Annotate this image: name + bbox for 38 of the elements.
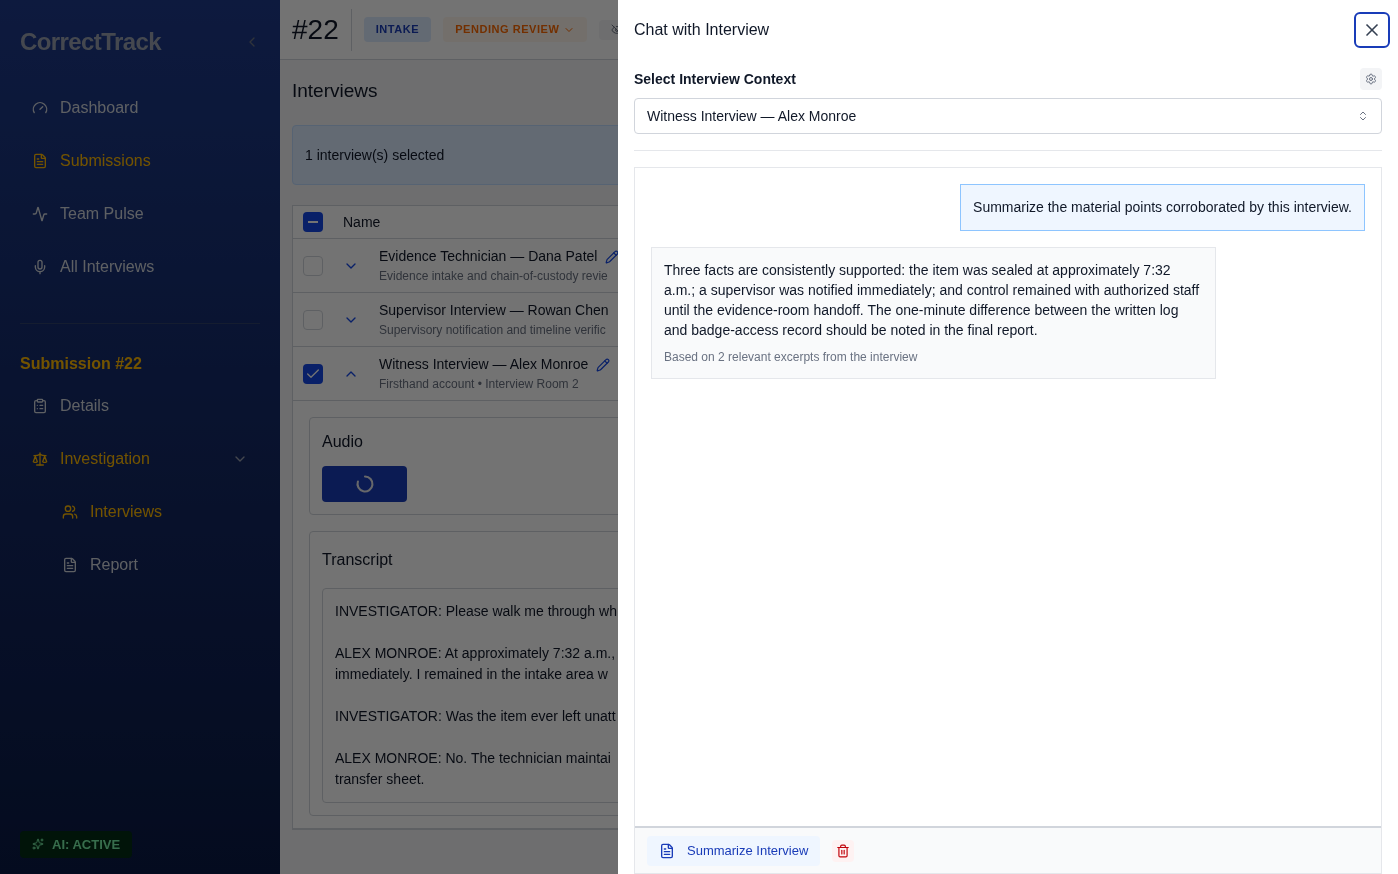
submission-number: #22	[292, 8, 352, 51]
nav-item[interactable]: Investigation	[20, 443, 260, 475]
status-dropdown[interactable]: PENDING REVIEW	[443, 17, 588, 42]
nav-item[interactable]: Submissions	[20, 145, 260, 177]
context-label: Select Interview Context	[634, 69, 796, 89]
transcript-line: immediately. I remained in the intake area w	[335, 665, 609, 684]
user-message: Summarize the material points corroborated by this interview.	[960, 184, 1365, 231]
drawer-title: Chat with Interview	[634, 20, 770, 40]
message-text: Three facts are consistently supported: the item was sealed at approximately 7:32 a.m.; a supervisor was notified immediately; and control remained with authorized staff until the evidence-room handoff. The one-minute difference between the written log and badge-access record should be noted in the final report.	[664, 261, 1201, 340]
transcript-line: ALEX MONROE: At approximately 7:32 a.m.,	[335, 644, 617, 663]
message-note: Based on 2 relevant excerpts from the interview	[664, 349, 919, 366]
column-header: Name	[343, 212, 381, 232]
interview-subtitle: Firsthand account • Interview Room 2	[379, 376, 580, 393]
section-title: Submission #22	[20, 354, 143, 374]
transcript-line: ALEX MONROE: No. The technician maintai	[335, 749, 612, 768]
context-select[interactable]: Witness Interview — Alex Monroe	[634, 98, 1382, 134]
card-title: Audio	[322, 432, 364, 452]
page-title: Interviews	[292, 80, 379, 102]
summarize-button[interactable]: Summarize Interview	[647, 835, 821, 866]
interview-title[interactable]: Supervisor Interview — Rowan Chen	[379, 300, 609, 321]
nav-subitem[interactable]: Interviews	[20, 496, 260, 528]
ai-status-text: AI: ACTIVE	[52, 835, 121, 854]
interview-title[interactable]: Witness Interview — Alex Monroe	[379, 354, 589, 375]
nav-subitem[interactable]: Report	[20, 549, 260, 581]
app-logo: CorrectTrack	[20, 27, 161, 57]
nav-item[interactable]: Dashboard	[20, 92, 260, 124]
interview-subtitle: Supervisory notification and timeline verific	[379, 322, 607, 339]
nav-item[interactable]: All Interviews	[20, 251, 260, 283]
status-badge: INTAKE	[363, 17, 432, 42]
transcript-line: transfer sheet.	[335, 770, 426, 789]
selection-count: 1 interview(s) selected	[305, 145, 445, 165]
card-title: Transcript	[322, 550, 394, 570]
transcript-line: INVESTIGATOR: Was the item ever left unatt	[335, 707, 617, 726]
interview-title[interactable]: Evidence Technician — Dana Patel	[379, 246, 598, 267]
nav-item[interactable]: Team Pulse	[20, 198, 260, 230]
nav-item[interactable]: Details	[20, 390, 260, 422]
transcript-line: INVESTIGATOR: Please walk me through wh	[335, 602, 618, 621]
interview-subtitle: Evidence intake and chain-of-custody revie	[379, 268, 609, 285]
